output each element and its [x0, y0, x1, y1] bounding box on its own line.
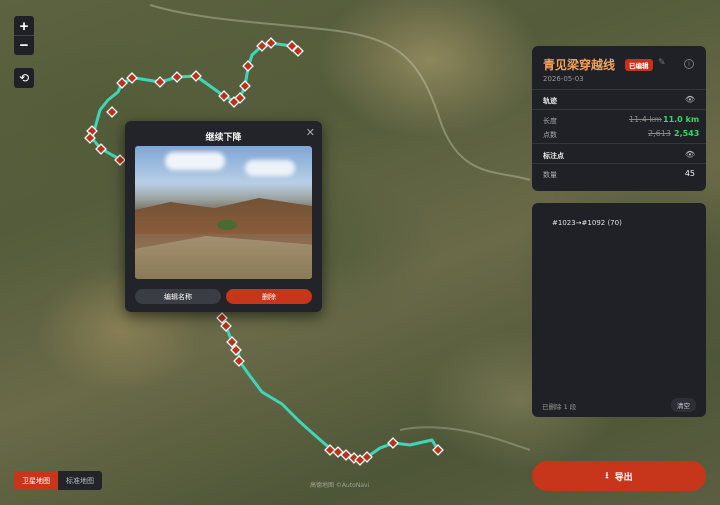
- points-old-value: 2,613: [648, 129, 671, 138]
- close-icon[interactable]: ✕: [306, 126, 315, 139]
- satellite-layer-button[interactable]: 卫星地图: [14, 471, 58, 490]
- export-button[interactable]: ⭳ 导出: [532, 461, 706, 491]
- waypoint-marker: [265, 37, 277, 49]
- divider: [532, 109, 706, 110]
- map-layer-switch: 卫星地图 标准地图: [14, 471, 102, 490]
- edited-badge: 已编辑: [625, 59, 653, 71]
- length-new-value: 11.0 km: [663, 115, 700, 124]
- waypoint-marker: [106, 106, 118, 118]
- points-label: 点数: [543, 131, 557, 139]
- download-icon: ⭳: [605, 470, 609, 480]
- route-info-panel: 青见梁穿越线 已编辑 ✎ i 2026-05-03 轨迹 👁 长度 11.4 k…: [532, 46, 706, 191]
- clear-button[interactable]: 清空: [671, 398, 696, 412]
- divider: [532, 163, 706, 164]
- length-old-value: 11.4 km: [629, 115, 662, 124]
- reset-icon: ⟲: [18, 71, 30, 85]
- divider: [532, 89, 706, 90]
- map-attribution: 高德地图 ©AutoNavi: [310, 482, 370, 489]
- zoom-in-button[interactable]: +: [14, 16, 34, 36]
- count-label: 数量: [543, 171, 557, 179]
- waypoint-marker: [242, 60, 254, 72]
- info-icon[interactable]: i: [684, 59, 694, 69]
- export-label: 导出: [614, 471, 633, 482]
- waypoint-marker: [171, 71, 183, 83]
- route-date: 2026-05-03: [543, 75, 584, 83]
- popup-title: 继续下降: [205, 133, 242, 143]
- length-label: 长度: [543, 117, 557, 125]
- waypoint-marker: [154, 76, 166, 88]
- edit-log-panel: #1023→#1092 (70) 已删除 1 段 清空: [532, 203, 706, 417]
- zoom-out-button[interactable]: −: [14, 35, 34, 55]
- markers-visibility-eye-icon[interactable]: 👁: [685, 150, 695, 159]
- track-visibility-eye-icon[interactable]: 👁: [685, 95, 695, 104]
- count-value: 45: [684, 169, 695, 178]
- rename-button[interactable]: 编辑名称: [135, 289, 221, 304]
- waypoint-marker: [239, 80, 251, 92]
- points-new-value: 2,543: [674, 129, 700, 138]
- reset-view-button[interactable]: ⟲: [14, 68, 34, 88]
- standard-layer-button[interactable]: 标准地图: [58, 471, 102, 490]
- route-title: 青见梁穿越线: [543, 58, 616, 72]
- waypoint-marker: [116, 77, 128, 89]
- waypoint-marker: [387, 437, 399, 449]
- track-line: [218, 315, 440, 462]
- track-section-label: 轨迹: [543, 97, 557, 105]
- edit-icon[interactable]: ✎: [658, 58, 666, 68]
- log-entry[interactable]: #1023→#1092 (70): [552, 219, 622, 227]
- track-line: [90, 109, 123, 162]
- divider: [532, 143, 706, 144]
- waypoint-popup: 继续下降 ✕ 编辑名称 删除: [125, 121, 322, 312]
- log-footer: 已删除 1 段: [542, 403, 577, 411]
- delete-button[interactable]: 删除: [226, 289, 312, 304]
- waypoint-photo[interactable]: [135, 146, 312, 279]
- markers-section-label: 标注点: [543, 152, 564, 160]
